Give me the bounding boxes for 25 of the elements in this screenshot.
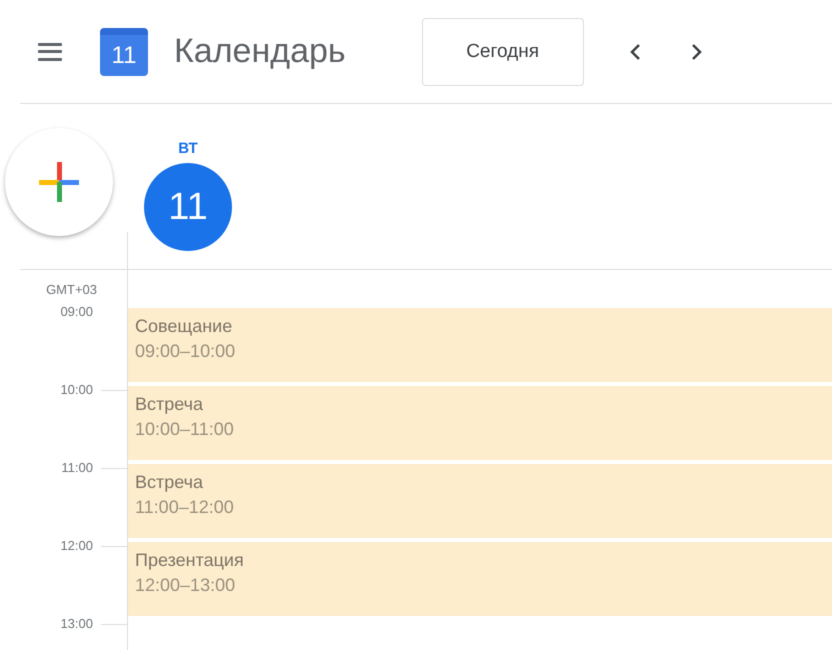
event-card[interactable]: Презентация 12:00–13:00 [127,542,832,616]
timezone-label: GMT+03 [45,282,98,299]
event-title: Презентация [135,550,245,571]
event-card[interactable]: Совещание 09:00–10:00 [127,308,832,382]
event-time: 10:00–11:00 [135,419,235,440]
event-time: 12:00–13:00 [135,575,236,596]
weekday-label: ВТ [178,140,198,157]
event-time: 09:00–10:00 [135,341,236,362]
date-button[interactable]: 11 [144,163,232,251]
event-time: 11:00–12:00 [135,497,235,518]
event-card[interactable]: Встреча 11:00–12:00 [127,464,832,538]
event-title: Совещание [135,316,234,337]
hour-label: 12:00 [60,538,93,553]
calendar-logo: 11 [100,28,148,76]
hour-label: 11:00 [61,460,93,475]
hour-label: 10:00 [60,382,93,397]
menu-icon[interactable] [38,42,62,60]
app-title: Календарь [174,32,346,71]
plus-icon [37,160,81,204]
event-title: Встреча [135,394,204,415]
event-title: Встреча [135,472,204,493]
hour-label: 09:00 [60,304,93,319]
event-card[interactable]: Встреча 10:00–11:00 [127,386,832,460]
hour-label: 13:00 [60,616,93,631]
today-button[interactable]: Сегодня [422,18,584,86]
